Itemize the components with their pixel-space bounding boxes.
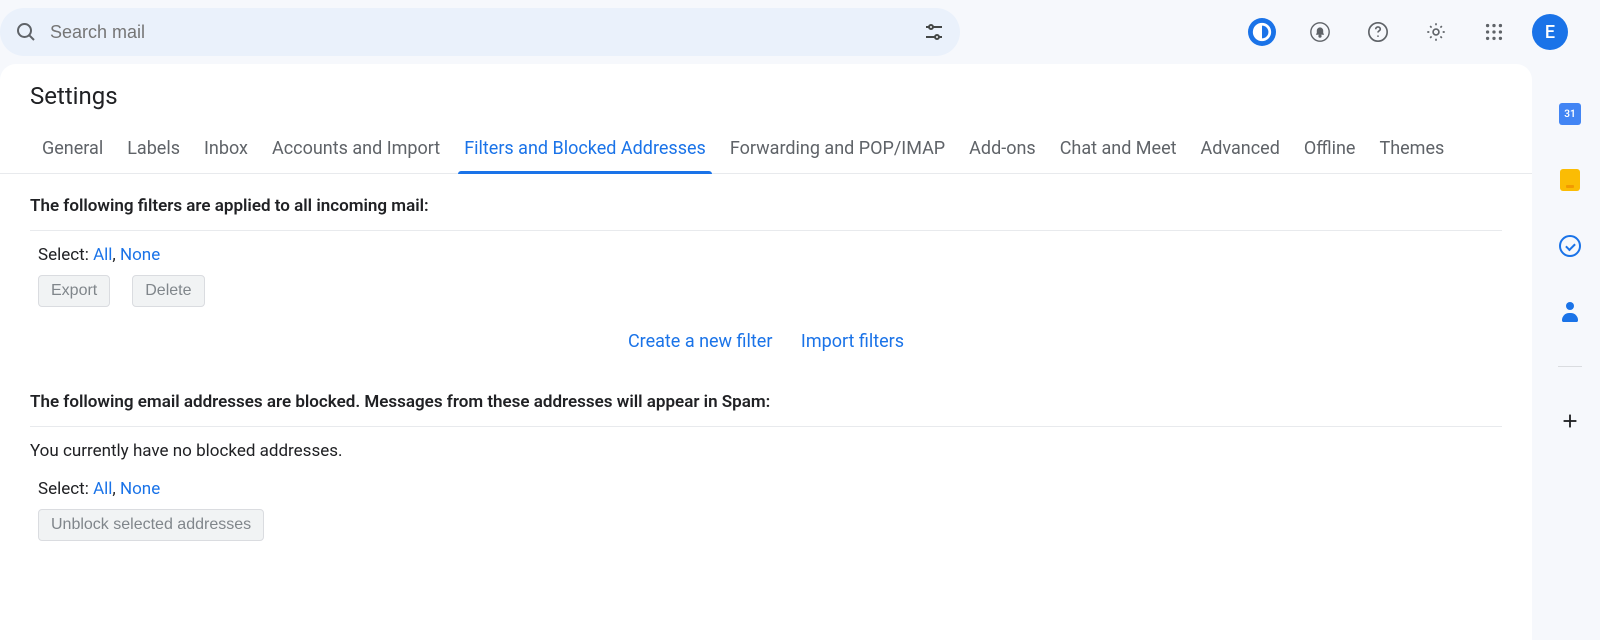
contacts-icon[interactable] bbox=[1558, 300, 1582, 324]
tab-advanced[interactable]: Advanced bbox=[1189, 130, 1292, 173]
search-icon bbox=[14, 20, 38, 44]
page-title: Settings bbox=[0, 64, 1532, 130]
tab-forwarding[interactable]: Forwarding and POP/IMAP bbox=[718, 130, 957, 173]
tasks-icon[interactable] bbox=[1558, 234, 1582, 258]
keep-icon[interactable] bbox=[1558, 168, 1582, 192]
side-panel bbox=[1540, 64, 1600, 640]
blocked-select-row: Select: All, None bbox=[30, 475, 1502, 505]
blocked-select-none[interactable]: None bbox=[120, 479, 160, 499]
filters-select-row: Select: All, None bbox=[30, 231, 1502, 271]
help-icon[interactable] bbox=[1358, 12, 1398, 52]
search-bar[interactable] bbox=[0, 8, 960, 56]
tab-inbox[interactable]: Inbox bbox=[192, 130, 260, 173]
tab-chat[interactable]: Chat and Meet bbox=[1048, 130, 1189, 173]
tab-themes[interactable]: Themes bbox=[1367, 130, 1456, 173]
top-actions: E bbox=[1242, 12, 1592, 52]
create-filter-link[interactable]: Create a new filter bbox=[628, 331, 773, 352]
account-avatar[interactable]: E bbox=[1532, 14, 1568, 50]
apps-grid-icon[interactable] bbox=[1474, 12, 1514, 52]
tab-filters[interactable]: Filters and Blocked Addresses bbox=[452, 130, 718, 173]
filters-heading: The following filters are applied to all… bbox=[30, 174, 1502, 231]
add-addon-icon[interactable] bbox=[1558, 409, 1582, 433]
notifications-icon[interactable] bbox=[1300, 12, 1340, 52]
filters-select-label: Select: bbox=[38, 245, 89, 265]
status-indicator[interactable] bbox=[1242, 12, 1282, 52]
settings-gear-icon[interactable] bbox=[1416, 12, 1456, 52]
blocked-select-all[interactable]: All bbox=[93, 479, 112, 499]
tab-accounts[interactable]: Accounts and Import bbox=[260, 130, 452, 173]
blocked-heading: The following email addresses are blocke… bbox=[30, 370, 1502, 427]
import-filters-link[interactable]: Import filters bbox=[801, 331, 904, 352]
blocked-empty-text: You currently have no blocked addresses. bbox=[30, 427, 1502, 475]
delete-button[interactable]: Delete bbox=[132, 275, 204, 307]
tab-addons[interactable]: Add-ons bbox=[957, 130, 1048, 173]
tune-icon[interactable] bbox=[922, 20, 946, 44]
tab-offline[interactable]: Offline bbox=[1292, 130, 1368, 173]
settings-panel: Settings General Labels Inbox Accounts a… bbox=[0, 64, 1532, 640]
tab-labels[interactable]: Labels bbox=[115, 130, 192, 173]
calendar-icon[interactable] bbox=[1558, 102, 1582, 126]
search-input[interactable] bbox=[50, 22, 922, 43]
export-button[interactable]: Export bbox=[38, 275, 110, 307]
side-divider bbox=[1558, 366, 1582, 367]
blocked-select-label: Select: bbox=[38, 479, 89, 499]
settings-tabs: General Labels Inbox Accounts and Import… bbox=[0, 130, 1532, 174]
unblock-button[interactable]: Unblock selected addresses bbox=[38, 509, 264, 541]
filters-select-all[interactable]: All bbox=[93, 245, 112, 265]
tab-general[interactable]: General bbox=[30, 130, 115, 173]
filters-select-none[interactable]: None bbox=[120, 245, 160, 265]
